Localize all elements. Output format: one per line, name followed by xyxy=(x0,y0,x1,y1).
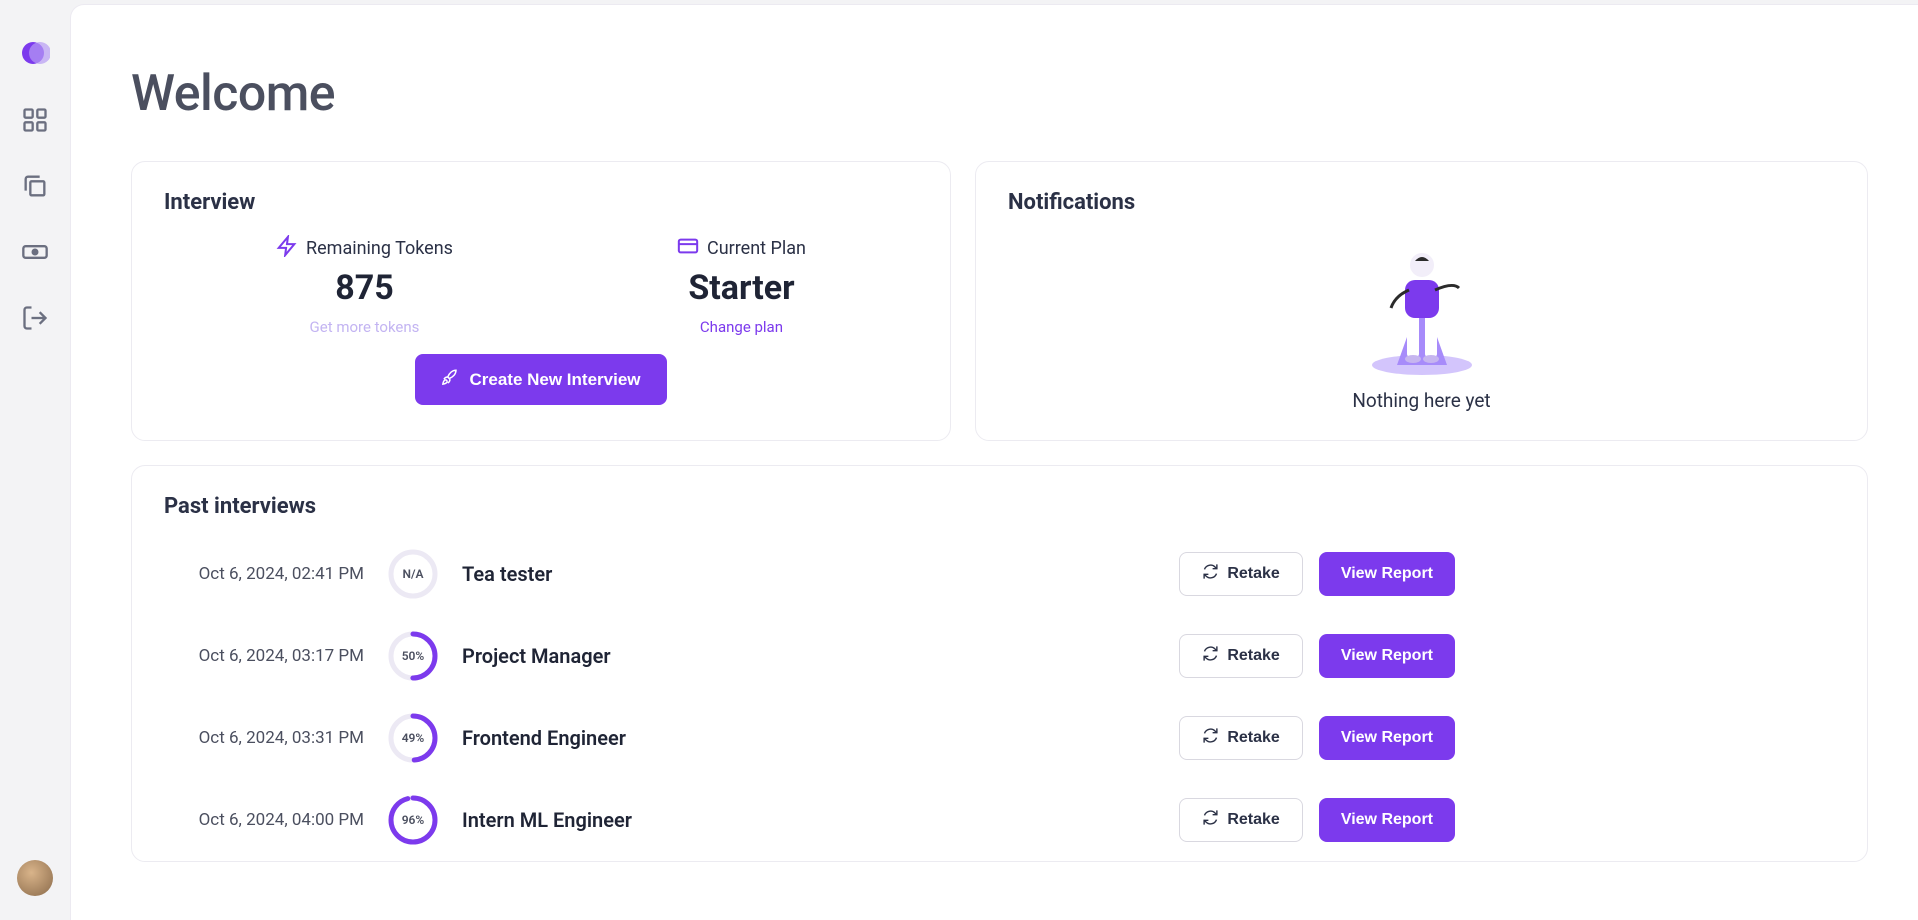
plan-label: Current Plan xyxy=(707,238,806,259)
plan-value: Starter xyxy=(688,268,794,308)
interview-date: Oct 6, 2024, 03:17 PM xyxy=(164,646,364,666)
create-interview-button[interactable]: Create New Interview xyxy=(415,354,666,405)
retake-label: Retake xyxy=(1227,729,1279,747)
retake-label: Retake xyxy=(1227,811,1279,829)
refresh-icon xyxy=(1202,645,1219,667)
score-text: 49% xyxy=(386,711,440,765)
retake-button[interactable]: Retake xyxy=(1179,798,1302,842)
interview-title: Tea tester xyxy=(462,562,1157,586)
tokens-stat: Remaining Tokens 875 Get more tokens xyxy=(276,235,453,336)
get-tokens-link[interactable]: Get more tokens xyxy=(310,318,420,336)
retake-button[interactable]: Retake xyxy=(1179,634,1302,678)
tokens-label: Remaining Tokens xyxy=(306,238,453,259)
score-text: N/A xyxy=(386,547,440,601)
past-interviews-card: Past interviews Oct 6, 2024, 02:41 PM N/… xyxy=(131,465,1868,862)
past-interview-row: Oct 6, 2024, 04:00 PM 96% Intern ML Engi… xyxy=(164,779,1835,861)
interview-heading: Interview xyxy=(164,190,918,215)
refresh-icon xyxy=(1202,809,1219,831)
main-content: Welcome Interview Remaining Tokens 875 G… xyxy=(70,4,1918,920)
nav-logout-icon[interactable] xyxy=(21,304,49,332)
score-ring: 96% xyxy=(386,793,440,847)
nav-billing-icon[interactable] xyxy=(21,238,49,266)
lightning-icon xyxy=(276,235,298,262)
plan-stat: Current Plan Starter Change plan xyxy=(677,235,806,336)
rocket-icon xyxy=(441,368,459,391)
past-interview-row: Oct 6, 2024, 02:41 PM N/A Tea tester Ret… xyxy=(164,533,1835,615)
retake-label: Retake xyxy=(1227,565,1279,583)
nav-copy-icon[interactable] xyxy=(21,172,49,200)
card-icon xyxy=(677,235,699,262)
score-text: 50% xyxy=(386,629,440,683)
interview-date: Oct 6, 2024, 02:41 PM xyxy=(164,564,364,584)
view-report-button[interactable]: View Report xyxy=(1319,552,1455,596)
notifications-card: Notifications xyxy=(975,161,1868,441)
interview-date: Oct 6, 2024, 03:31 PM xyxy=(164,728,364,748)
retake-button[interactable]: Retake xyxy=(1179,552,1302,596)
avatar[interactable] xyxy=(17,860,53,896)
app-logo xyxy=(20,38,50,68)
score-ring: 49% xyxy=(386,711,440,765)
interview-title: Intern ML Engineer xyxy=(462,808,1157,832)
page-title: Welcome xyxy=(131,65,1868,123)
empty-illustration xyxy=(1367,235,1477,375)
create-button-label: Create New Interview xyxy=(469,370,640,390)
retake-label: Retake xyxy=(1227,647,1279,665)
view-report-button[interactable]: View Report xyxy=(1319,716,1455,760)
notifications-heading: Notifications xyxy=(1008,190,1835,215)
interview-title: Project Manager xyxy=(462,644,1157,668)
notifications-empty-text: Nothing here yet xyxy=(1352,389,1490,412)
retake-button[interactable]: Retake xyxy=(1179,716,1302,760)
score-text: 96% xyxy=(386,793,440,847)
score-ring: 50% xyxy=(386,629,440,683)
refresh-icon xyxy=(1202,563,1219,585)
nav-dashboard-icon[interactable] xyxy=(21,106,49,134)
change-plan-link[interactable]: Change plan xyxy=(700,318,783,336)
view-report-button[interactable]: View Report xyxy=(1319,798,1455,842)
past-interview-row: Oct 6, 2024, 03:31 PM 49% Frontend Engin… xyxy=(164,697,1835,779)
past-interview-row: Oct 6, 2024, 03:17 PM 50% Project Manage… xyxy=(164,615,1835,697)
score-ring: N/A xyxy=(386,547,440,601)
sidebar xyxy=(0,0,70,920)
interview-date: Oct 6, 2024, 04:00 PM xyxy=(164,810,364,830)
tokens-value: 875 xyxy=(335,268,394,308)
interview-card: Interview Remaining Tokens 875 Get more … xyxy=(131,161,951,441)
interview-title: Frontend Engineer xyxy=(462,726,1157,750)
past-heading: Past interviews xyxy=(164,494,1835,519)
view-report-button[interactable]: View Report xyxy=(1319,634,1455,678)
refresh-icon xyxy=(1202,727,1219,749)
